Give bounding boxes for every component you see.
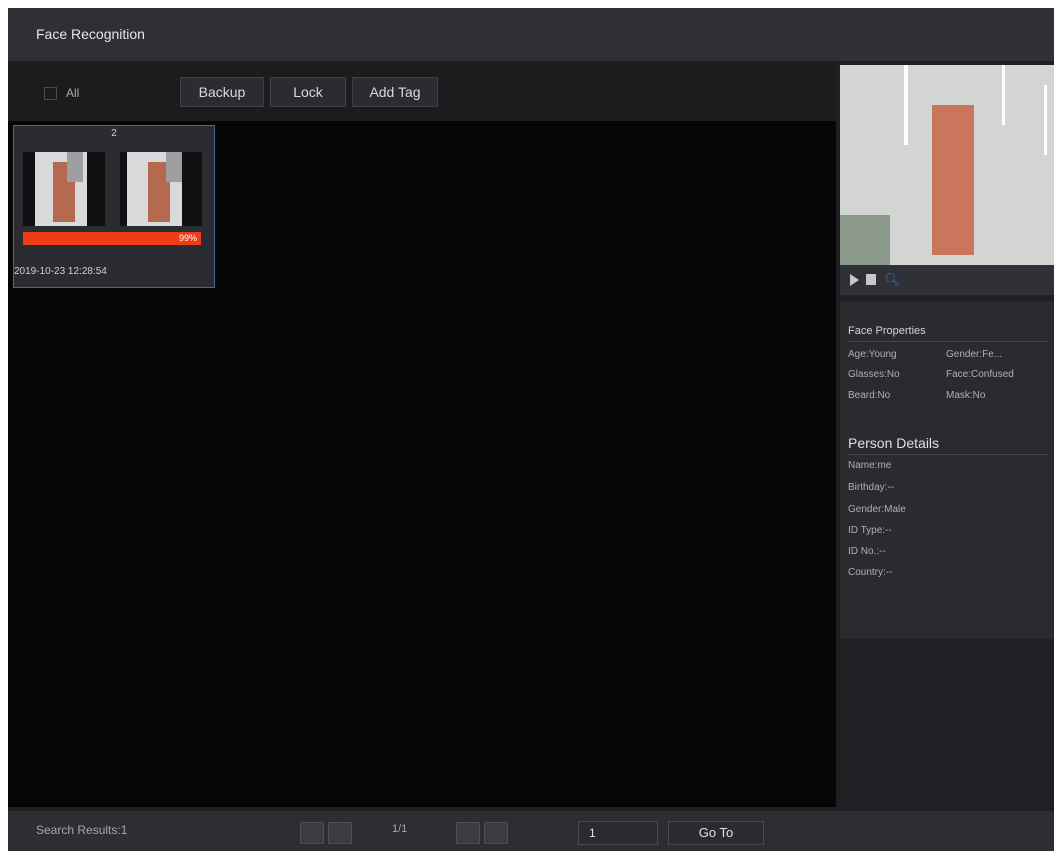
playback-controls: 🔍︎ — [840, 265, 1054, 295]
face-expression: Face:Confused — [946, 369, 1014, 380]
window-title: Face Recognition — [36, 26, 145, 42]
backup-button[interactable]: Backup — [180, 77, 264, 107]
person-figure — [932, 105, 974, 255]
face-age: Age:Young — [848, 349, 897, 360]
first-page-button[interactable] — [300, 822, 324, 844]
footer-bar: Search Results:1 1/1 1 Go To — [8, 811, 1054, 851]
person-birthday: Birthday:-- — [848, 482, 895, 493]
detail-panel: 🔍︎ Face Properties Age:Young Gender:Fe..… — [840, 63, 1054, 807]
person-country: Country:-- — [848, 567, 893, 578]
person-id-no: ID No.:-- — [848, 546, 886, 557]
stop-icon[interactable] — [866, 274, 876, 285]
result-card[interactable]: 2 99% 2019-10-23 12:28:54 — [13, 125, 215, 288]
face-beard: Beard:No — [848, 390, 891, 401]
face-glasses: Glasses:No — [848, 369, 900, 380]
select-all-checkbox[interactable] — [44, 87, 57, 100]
face-gender: Gender:Fe... — [946, 349, 1003, 360]
similarity-bar: 99% — [23, 232, 201, 245]
results-grid: 2 99% 2019-10-23 12:28:54 — [8, 121, 836, 807]
last-page-button[interactable] — [484, 822, 508, 844]
go-to-button[interactable]: Go To — [668, 821, 764, 845]
face-mask: Mask:No — [946, 390, 986, 401]
title-bar: Face Recognition — [8, 8, 1054, 61]
face-recognition-window: Face Recognition All Backup Lock Add Tag… — [8, 8, 1054, 851]
person-gender: Gender:Male — [848, 504, 906, 515]
page-number-input[interactable]: 1 — [578, 821, 658, 845]
add-tag-button[interactable]: Add Tag — [352, 77, 438, 107]
toolbar: All Backup Lock Add Tag — [8, 63, 836, 121]
play-icon[interactable] — [850, 274, 859, 286]
video-preview[interactable] — [840, 65, 1054, 265]
lock-button[interactable]: Lock — [270, 77, 346, 107]
face-properties-heading: Face Properties — [848, 325, 926, 337]
zoom-icon[interactable]: 🔍︎ — [884, 272, 901, 288]
captured-face-thumbnail[interactable] — [23, 152, 105, 226]
result-timestamp: 2019-10-23 12:28:54 — [14, 266, 107, 277]
page-indicator: 1/1 — [392, 823, 408, 835]
select-all-label: All — [66, 86, 80, 100]
face-info: Face Properties Age:Young Gender:Fe... G… — [840, 301, 1054, 639]
matched-face-thumbnail[interactable] — [120, 152, 202, 226]
result-index: 2 — [111, 128, 117, 139]
person-details-heading: Person Details — [848, 435, 940, 451]
previous-page-button[interactable] — [328, 822, 352, 844]
next-page-button[interactable] — [456, 822, 480, 844]
similarity-value: 99% — [178, 233, 197, 243]
person-name: Name:me — [848, 460, 892, 471]
search-results-count: Search Results:1 — [36, 823, 128, 837]
person-id-type: ID Type:-- — [848, 525, 892, 536]
